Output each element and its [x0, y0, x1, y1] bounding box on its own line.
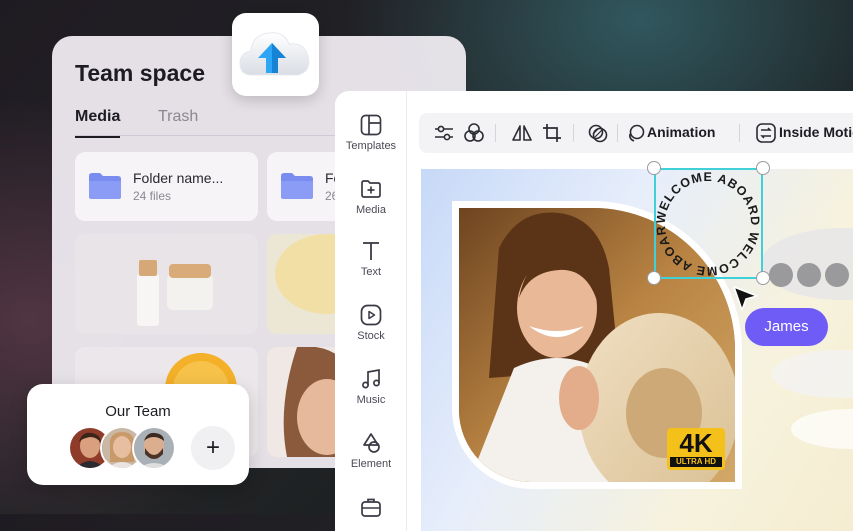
- flip-icon[interactable]: [511, 122, 533, 144]
- sidebar-item-brand[interactable]: [335, 495, 407, 519]
- avatar-bearded-man-image: [134, 428, 174, 468]
- resize-handle-bottom-left[interactable]: [647, 271, 661, 285]
- folder-file-count: 24 files: [133, 189, 172, 203]
- animation-button[interactable]: Animation: [647, 124, 715, 140]
- collaborator-cursor-label: James: [745, 308, 828, 346]
- crop-icon[interactable]: [541, 122, 563, 144]
- avatar[interactable]: [132, 426, 176, 470]
- resize-handle-top-right[interactable]: [756, 161, 770, 175]
- sidebar-item-stock[interactable]: Stock: [335, 303, 407, 342]
- inside-motion-button[interactable]: Inside Motio: [779, 124, 853, 140]
- sidebar-item-label: Stock: [357, 330, 385, 342]
- media-add-icon: [361, 180, 381, 198]
- music-icon: [362, 368, 380, 389]
- cloud-upload-badge[interactable]: [232, 13, 319, 96]
- sidebar-item-music[interactable]: Music: [335, 367, 407, 406]
- 4k-badge-main: 4K: [679, 428, 713, 458]
- sidebar-item-media[interactable]: Media: [335, 177, 407, 216]
- editor-sidebar: Templates Media Text Stock Music Element: [335, 91, 407, 531]
- folder-icon: [281, 173, 313, 199]
- resize-handle-bottom-right[interactable]: [756, 271, 770, 285]
- briefcase-icon: [361, 498, 381, 517]
- inside-motion-icon[interactable]: [755, 122, 777, 144]
- text-icon: [363, 242, 379, 260]
- folder-card[interactable]: Folder name... 24 files: [75, 152, 258, 221]
- sidebar-item-label: Text: [360, 266, 382, 278]
- editor-toolbar: Animation Inside Motio: [419, 113, 853, 153]
- 4k-badge-sub: ULTRA HD: [670, 457, 722, 467]
- element-shapes-icon: [363, 433, 380, 453]
- team-space-title: Team space: [75, 60, 205, 86]
- our-team-title: Our Team: [105, 403, 171, 420]
- add-member-button[interactable]: +: [191, 426, 235, 470]
- tab-media[interactable]: Media: [75, 108, 121, 138]
- toolbar-divider: [617, 124, 618, 142]
- folder-name: Folder name...: [133, 170, 224, 186]
- toolbar-divider: [739, 124, 740, 142]
- sidebar-item-label: Media: [356, 204, 386, 216]
- sidebar-item-label: Templates: [345, 140, 397, 152]
- sidebar-item-label: Element: [350, 458, 392, 470]
- animation-icon[interactable]: [625, 122, 647, 144]
- media-thumbnail-skincare[interactable]: [75, 234, 258, 334]
- toolbar-divider: [573, 124, 574, 142]
- sidebar-item-element[interactable]: Element: [335, 431, 407, 470]
- cloud-upload-icon: [239, 32, 310, 76]
- folder-icon: [89, 173, 121, 199]
- selection-box: [654, 168, 763, 279]
- sidebar-item-label: Music: [356, 394, 386, 406]
- color-filter-icon[interactable]: [463, 122, 485, 144]
- our-team-card: Our Team +: [27, 384, 249, 485]
- tab-trash[interactable]: Trash: [158, 108, 198, 126]
- resize-handle-top-left[interactable]: [647, 161, 661, 175]
- 4k-badge: 4K ULTRA HD: [667, 428, 725, 470]
- mask-icon[interactable]: [587, 122, 609, 144]
- skincare-bottles-image: [75, 234, 258, 334]
- sidebar-item-text[interactable]: Text: [335, 239, 407, 278]
- toolbar-divider: [495, 124, 496, 142]
- sidebar-item-templates[interactable]: Templates: [335, 113, 407, 152]
- adjust-sliders-icon[interactable]: [433, 122, 455, 144]
- stock-play-icon: [360, 304, 382, 326]
- templates-icon: [360, 114, 382, 136]
